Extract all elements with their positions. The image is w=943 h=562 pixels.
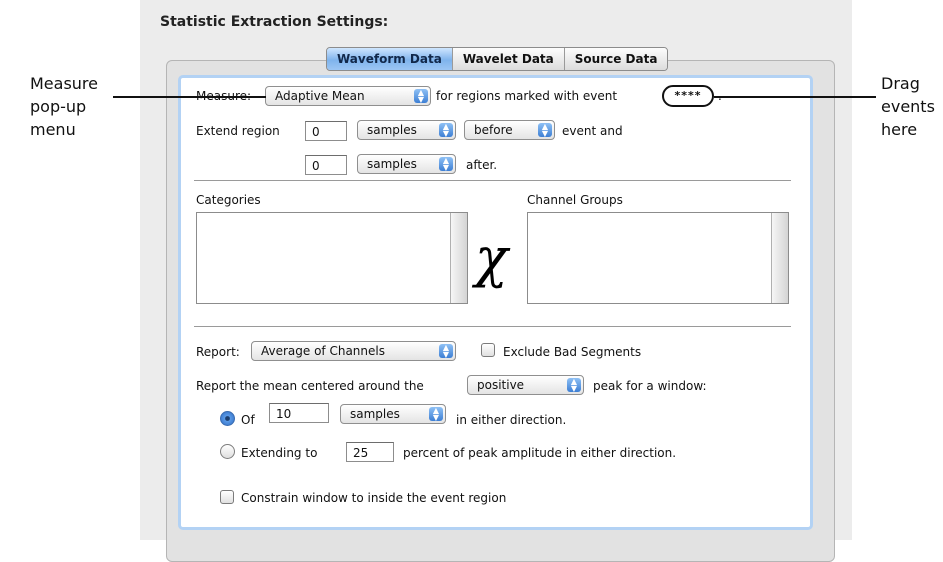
popup-value: samples [367, 157, 417, 171]
categories-list[interactable] [196, 212, 468, 304]
extending-label: Extending to [241, 446, 318, 460]
tab-bar: Waveform Data Wavelet Data Source Data [326, 47, 669, 71]
callout-line-3: menu [30, 120, 76, 139]
popup-value: before [474, 123, 513, 137]
popup-arrows-icon: ▲ ▼ [439, 123, 453, 138]
cross-product-symbol: χ [475, 226, 508, 289]
extend-direction-popup[interactable]: before ▲ ▼ [464, 120, 555, 140]
constrain-window-checkbox[interactable] [220, 490, 234, 504]
callout-line-2: events [881, 97, 935, 116]
extending-radio[interactable] [220, 444, 235, 459]
measure-popup-callout: Measure pop-up menu [30, 72, 98, 141]
categories-label: Categories [196, 193, 261, 207]
extending-suffix: percent of peak amplitude in either dire… [403, 446, 677, 460]
of-value-field[interactable]: 10 [269, 403, 329, 423]
extend-region-label: Extend region [196, 124, 280, 138]
report-center-text: Report the mean centered around the [196, 379, 424, 393]
of-radio[interactable] [220, 411, 235, 426]
measure-suffix: for regions marked with event [436, 89, 618, 103]
callout-line-1: Measure [30, 74, 98, 93]
of-label: Of [241, 413, 255, 427]
pane-title: Statistic Extraction Settings: [160, 14, 389, 30]
tab-waveform-data[interactable]: Waveform Data [327, 48, 453, 70]
peak-suffix: peak for a window: [593, 379, 707, 393]
drag-callout-leader [714, 96, 876, 98]
popup-arrows-icon: ▲ ▼ [429, 407, 443, 422]
popup-arrows-icon: ▲ ▼ [567, 378, 581, 393]
after-label: after. [466, 158, 498, 172]
peak-polarity-popup[interactable]: positive ▲ ▼ [467, 375, 584, 395]
extend-after-field[interactable]: 0 [305, 155, 347, 175]
extend-before-field[interactable]: 0 [305, 121, 347, 141]
popup-arrows-icon: ▲ ▼ [414, 89, 428, 104]
popup-arrows-icon: ▲ ▼ [439, 344, 453, 359]
channel-groups-scrollbar[interactable] [771, 213, 788, 303]
categories-scrollbar[interactable] [450, 213, 467, 303]
measure-popup[interactable]: Adaptive Mean ▲ ▼ [265, 86, 431, 106]
callout-line-2: pop-up [30, 97, 87, 116]
popup-value: samples [350, 407, 400, 421]
event-and-label: event and [562, 124, 623, 138]
popup-arrows-icon: ▲ ▼ [538, 123, 552, 138]
callout-line-1: Drag [881, 74, 920, 93]
of-unit-popup[interactable]: samples ▲ ▼ [340, 404, 446, 424]
constrain-window-label: Constrain window to inside the event reg… [241, 491, 507, 505]
popup-arrows-icon: ▲ ▼ [439, 157, 453, 172]
divider [194, 180, 791, 181]
popup-value: samples [367, 123, 417, 137]
exclude-bad-segments-checkbox[interactable] [481, 343, 495, 357]
event-drop-target[interactable]: **** [662, 85, 714, 107]
extend-after-unit-popup[interactable]: samples ▲ ▼ [357, 154, 456, 174]
channel-groups-label: Channel Groups [527, 193, 623, 207]
channel-groups-list[interactable] [527, 212, 789, 304]
report-popup-value: Average of Channels [261, 344, 385, 358]
divider [194, 326, 791, 327]
tab-source-data[interactable]: Source Data [564, 48, 668, 70]
extend-before-unit-popup[interactable]: samples ▲ ▼ [357, 120, 456, 140]
measure-callout-leader [113, 96, 266, 98]
report-popup[interactable]: Average of Channels ▲ ▼ [251, 341, 456, 361]
exclude-bad-segments-label: Exclude Bad Segments [503, 345, 642, 359]
extending-value-field[interactable]: 25 [346, 442, 394, 462]
measure-popup-value: Adaptive Mean [275, 89, 365, 103]
popup-value: positive [477, 378, 525, 392]
drag-events-callout: Drag events here [881, 72, 935, 141]
of-suffix: in either direction. [456, 413, 567, 427]
callout-line-3: here [881, 120, 918, 139]
report-label: Report: [196, 345, 240, 359]
tab-wavelet-data[interactable]: Wavelet Data [452, 48, 565, 70]
